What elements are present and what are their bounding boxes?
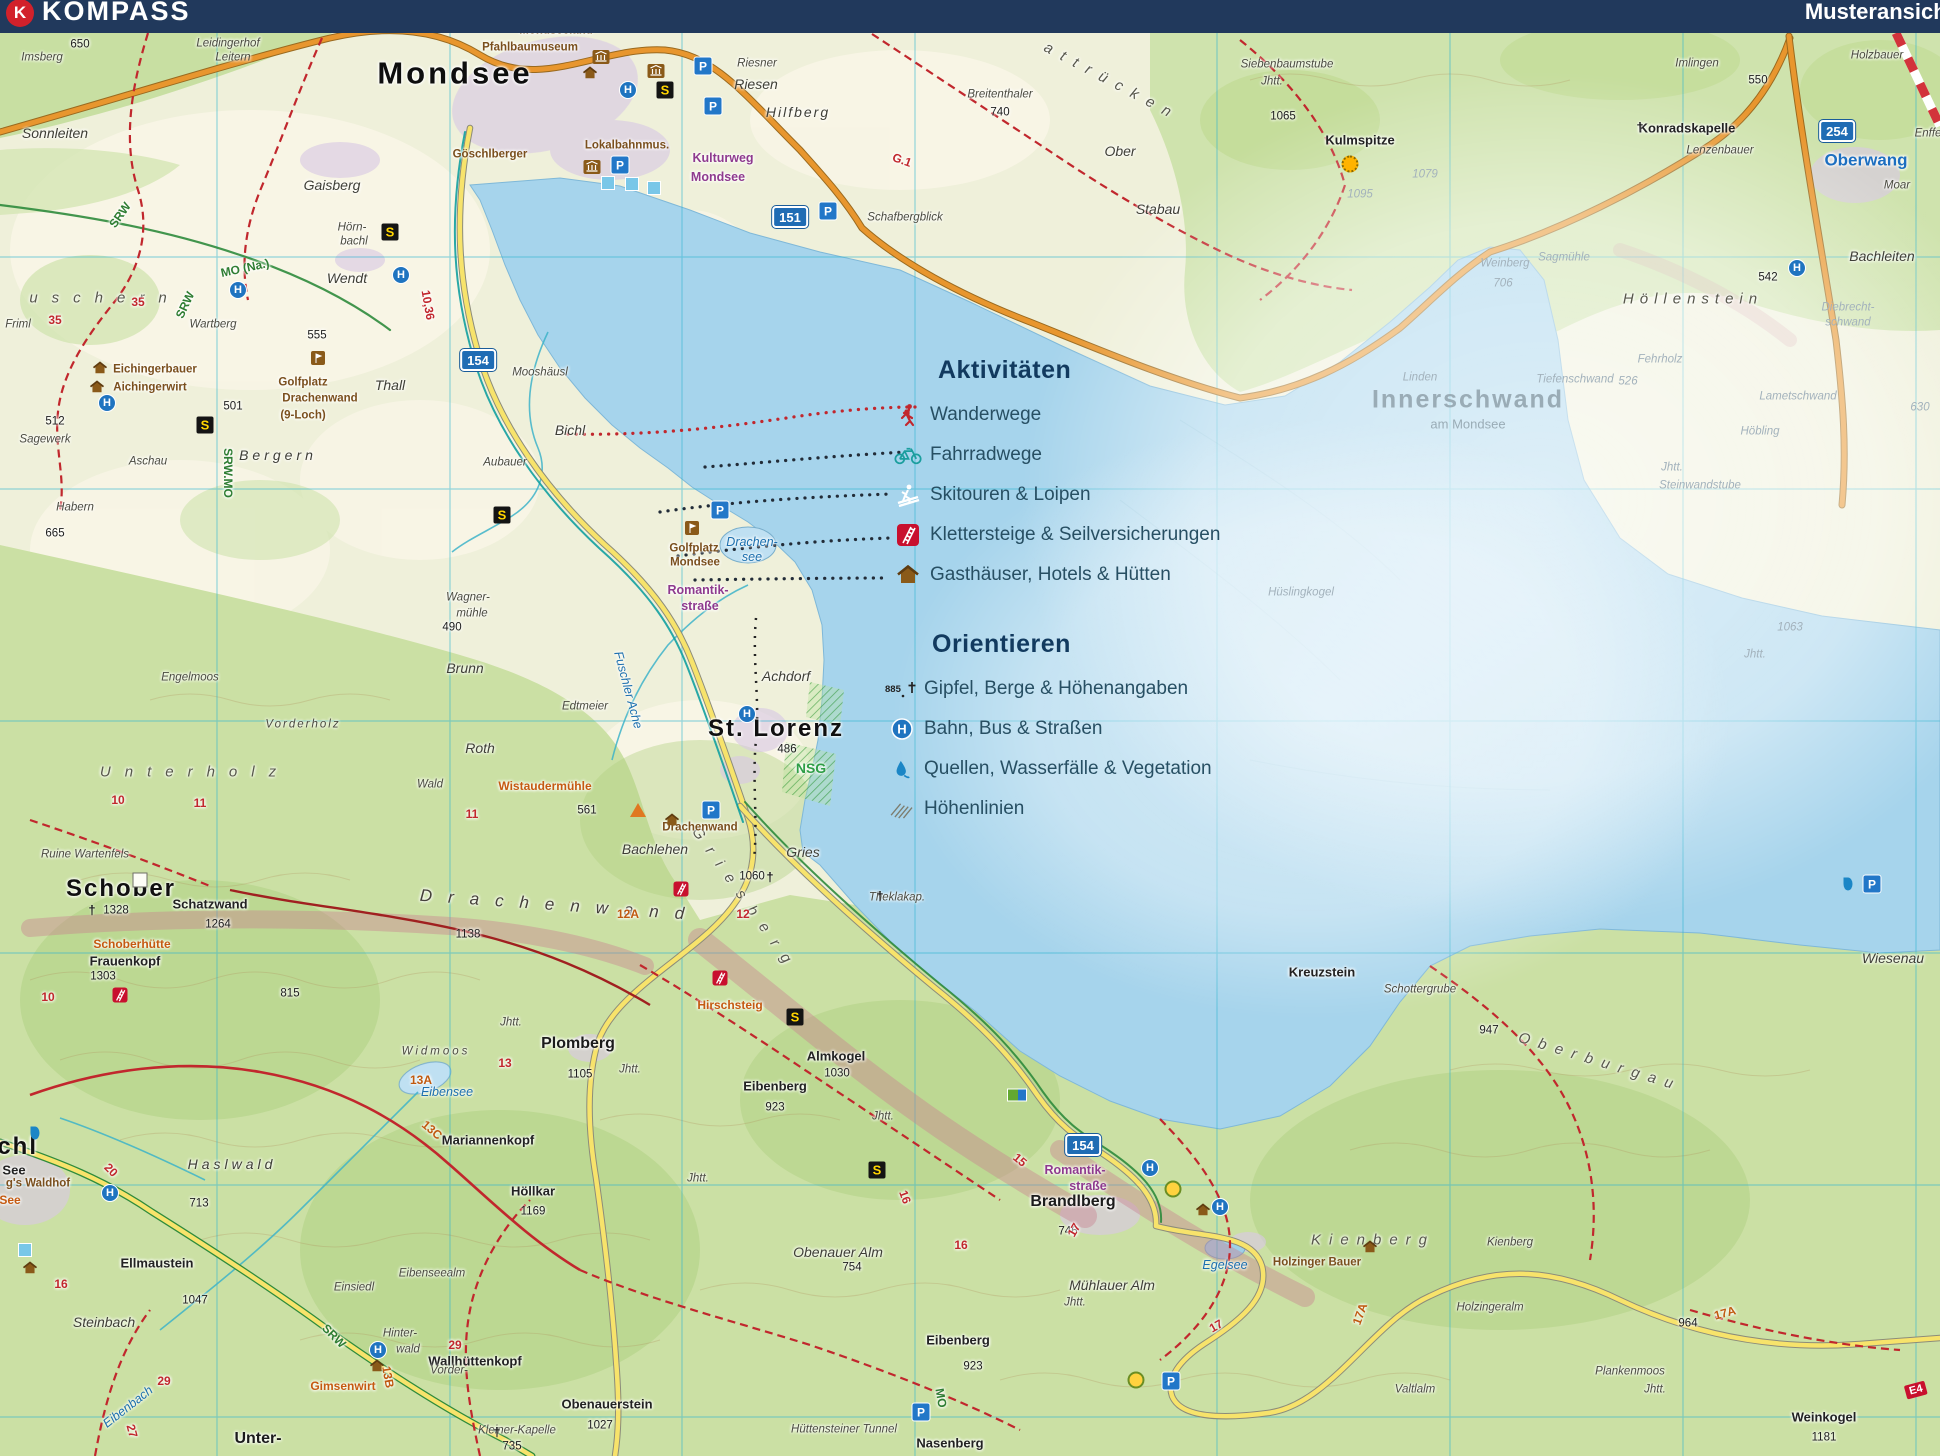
legend-item-activities-1: Fahrradwege	[886, 435, 1220, 475]
legend-item-activities-2: Skitouren & Loipen	[886, 475, 1220, 515]
legend-item-activities-0: Wanderwege	[886, 395, 1220, 435]
kompass-map-page: MondseeSt. LorenzSchoberschlSeePlombergB…	[0, 0, 1940, 1456]
legend-orientation: Orientieren 885 Gipfel, Berge & Höhenanga…	[880, 630, 1212, 829]
brand-wrap: K KOMPASS	[6, 6, 191, 27]
brand-title: KOMPASS	[42, 0, 191, 27]
legend-item-orientation-3: Höhenlinien	[880, 789, 1212, 829]
water-icon	[880, 759, 924, 780]
header-bar: K KOMPASS Musteransicht	[0, 0, 1940, 33]
legend-item-label: Bahn, Bus & Straßen	[924, 718, 1103, 740]
legend-item-label: Wanderwege	[930, 404, 1041, 426]
legend-activities-title: Aktivitäten	[938, 356, 1220, 385]
bicycle-icon	[886, 445, 930, 465]
legend-item-label: Quellen, Wasserfälle & Vegetation	[924, 758, 1212, 780]
transit-icon: H	[880, 718, 924, 740]
svg-text:885: 885	[885, 684, 902, 695]
legend-item-label: Fahrradwege	[930, 444, 1042, 466]
house-icon	[886, 565, 930, 585]
legend-item-label: Klettersteige & Seilversicherungen	[930, 524, 1220, 546]
legend-item-activities-4: Gasthäuser, Hotels & Hütten	[886, 555, 1220, 595]
hiker-icon	[886, 403, 930, 427]
kompass-logo-icon: K	[6, 0, 34, 27]
contour-icon	[880, 800, 924, 819]
summit-icon: 885	[880, 679, 924, 699]
ski-icon	[886, 483, 930, 507]
legend-item-label: Höhenlinien	[924, 798, 1024, 820]
legend-orientation-title: Orientieren	[932, 630, 1212, 659]
svg-text:H: H	[897, 722, 906, 737]
legend-activities: Aktivitäten Wanderwege Fahrradwege Skitour…	[886, 356, 1220, 595]
legend-item-orientation-1: H Bahn, Bus & Straßen	[880, 709, 1212, 749]
legend-activities-list: Wanderwege Fahrradwege Skitouren & Loipen K…	[886, 395, 1220, 595]
climbing-icon	[886, 524, 930, 546]
sample-view-label: Musteransicht	[1805, 0, 1940, 25]
legend-item-orientation-2: Quellen, Wasserfälle & Vegetation	[880, 749, 1212, 789]
legend-item-label: Gasthäuser, Hotels & Hütten	[930, 564, 1171, 586]
legend-item-activities-3: Klettersteige & Seilversicherungen	[886, 515, 1220, 555]
legend-item-label: Skitouren & Loipen	[930, 484, 1091, 506]
legend-item-label: Gipfel, Berge & Höhenangaben	[924, 678, 1188, 700]
legend-item-orientation-0: 885 Gipfel, Berge & Höhenangaben	[880, 669, 1212, 709]
legend-orientation-list: 885 Gipfel, Berge & Höhenangaben H Bahn, Bu…	[880, 669, 1212, 829]
